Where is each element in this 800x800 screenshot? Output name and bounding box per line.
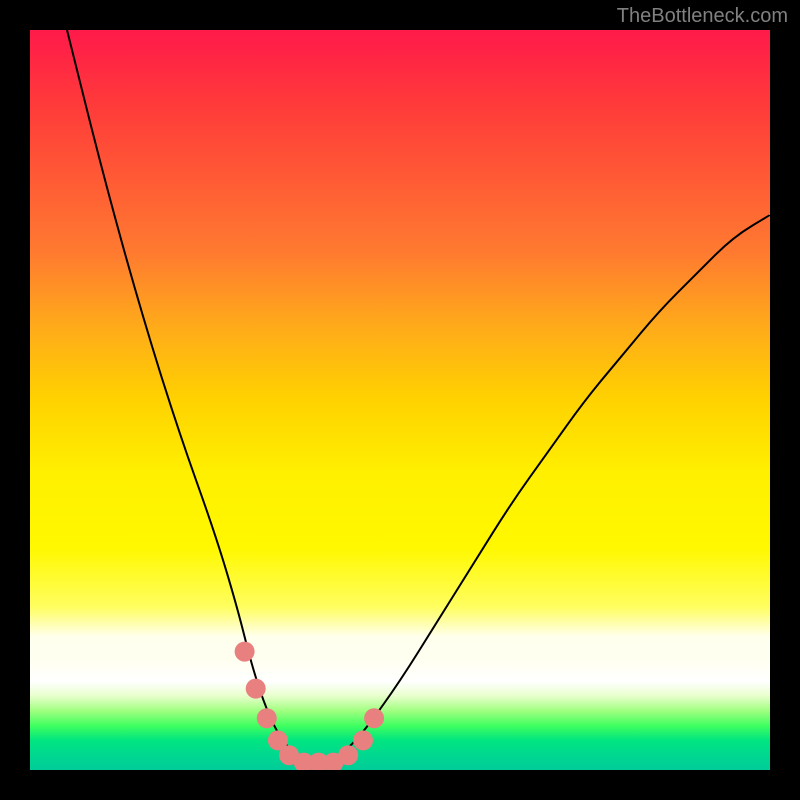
- bottleneck-curve-chart: [30, 30, 770, 770]
- curve-line: [67, 30, 770, 763]
- marker-dot: [338, 745, 358, 765]
- marker-dot: [246, 679, 266, 699]
- marker-dot: [364, 708, 384, 728]
- marker-dot: [257, 708, 277, 728]
- highlight-markers: [235, 642, 385, 770]
- watermark-text: TheBottleneck.com: [617, 5, 788, 28]
- marker-dot: [353, 730, 373, 750]
- marker-dot: [235, 642, 255, 662]
